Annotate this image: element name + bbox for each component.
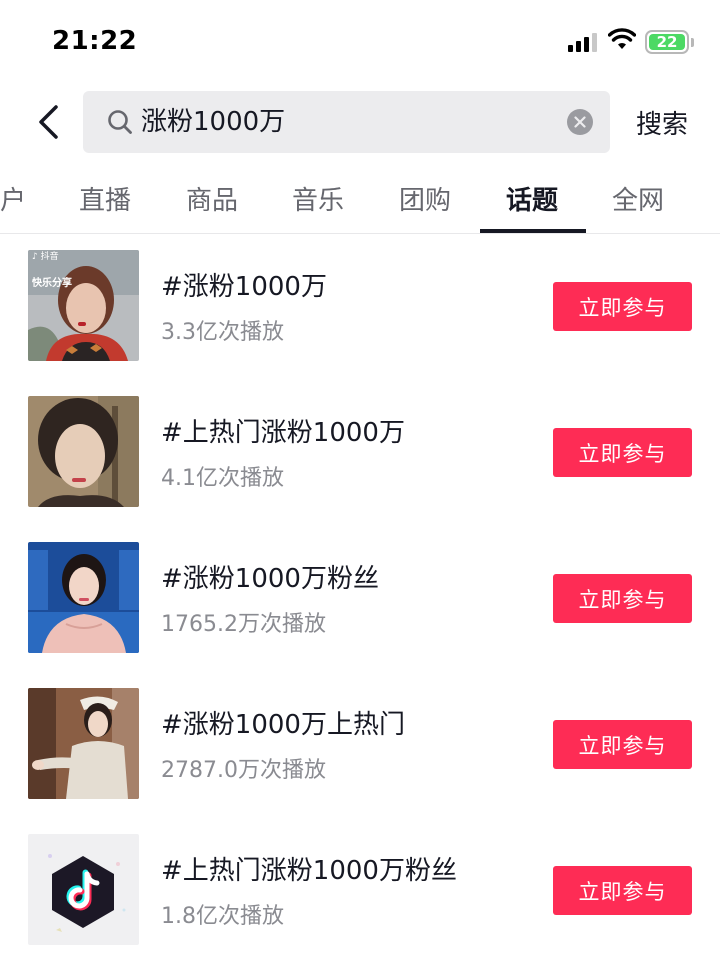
tab-users[interactable]: 户 <box>0 180 26 217</box>
topic-title: #上热门涨粉1000万粉丝 <box>161 856 457 886</box>
back-button[interactable] <box>30 100 66 144</box>
tab-all-web[interactable]: 全网 <box>612 180 664 217</box>
topic-thumbnail <box>28 834 139 945</box>
topic-thumbnail <box>28 542 139 653</box>
topic-title: #涨粉1000万粉丝 <box>161 564 379 594</box>
tab-group-buy[interactable]: 团购 <box>399 180 451 217</box>
topic-item[interactable]: #上热门涨粉1000万粉丝 1.8亿次播放 立即参与 <box>0 834 720 946</box>
topic-item[interactable]: ♪ 抖音 快乐分享 #涨粉1000万 3.3亿次播放 立即参与 <box>0 250 720 362</box>
topic-play-count: 1765.2万次播放 <box>161 612 326 637</box>
status-bar: 21:22 22 <box>0 0 720 84</box>
tiktok-logo-icon: ♪ <box>32 252 38 262</box>
tab-topics[interactable]: 话题 <box>506 180 558 217</box>
clear-icon[interactable] <box>567 109 593 135</box>
join-topic-button[interactable]: 立即参与 <box>553 866 692 915</box>
search-button[interactable]: 搜索 <box>636 104 688 141</box>
topic-item[interactable]: #上热门涨粉1000万 4.1亿次播放 立即参与 <box>0 396 720 508</box>
search-icon <box>108 110 132 134</box>
search-input[interactable] <box>141 99 541 145</box>
join-topic-button[interactable]: 立即参与 <box>553 720 692 769</box>
topic-thumbnail <box>28 396 139 507</box>
topic-play-count: 4.1亿次播放 <box>161 466 284 491</box>
tab-music[interactable]: 音乐 <box>292 180 344 217</box>
topic-title: #涨粉1000万上热门 <box>161 710 405 740</box>
join-topic-button[interactable]: 立即参与 <box>553 574 692 623</box>
battery-level: 22 <box>656 32 678 51</box>
topic-thumbnail: ♪ 抖音 快乐分享 <box>28 250 139 361</box>
topic-item[interactable]: #涨粉1000万粉丝 1765.2万次播放 立即参与 <box>0 542 720 654</box>
topic-thumbnail <box>28 688 139 799</box>
topic-item[interactable]: #涨粉1000万上热门 2787.0万次播放 立即参与 <box>0 688 720 800</box>
thumb-brand-text: 抖音 <box>40 252 59 262</box>
topic-play-count: 1.8亿次播放 <box>161 904 284 929</box>
topic-play-count: 2787.0万次播放 <box>161 758 326 783</box>
status-time: 21:22 <box>52 26 138 56</box>
wifi-icon <box>608 28 636 49</box>
search-box <box>83 91 610 153</box>
back-arrow-icon <box>39 105 58 139</box>
active-tab-indicator <box>480 229 586 233</box>
tab-products[interactable]: 商品 <box>186 180 238 217</box>
thumb-caption: 快乐分享 <box>32 278 72 289</box>
category-tabs: 户 直播 商品 音乐 团购 话题 全网 <box>0 168 720 234</box>
topic-play-count: 3.3亿次播放 <box>161 320 284 345</box>
battery-icon: 22 <box>645 30 689 54</box>
tab-live[interactable]: 直播 <box>79 180 131 217</box>
join-topic-button[interactable]: 立即参与 <box>553 428 692 477</box>
signal-icon <box>568 32 600 52</box>
join-topic-button[interactable]: 立即参与 <box>553 282 692 331</box>
topic-title: #涨粉1000万 <box>161 272 327 302</box>
topic-title: #上热门涨粉1000万 <box>161 418 405 448</box>
